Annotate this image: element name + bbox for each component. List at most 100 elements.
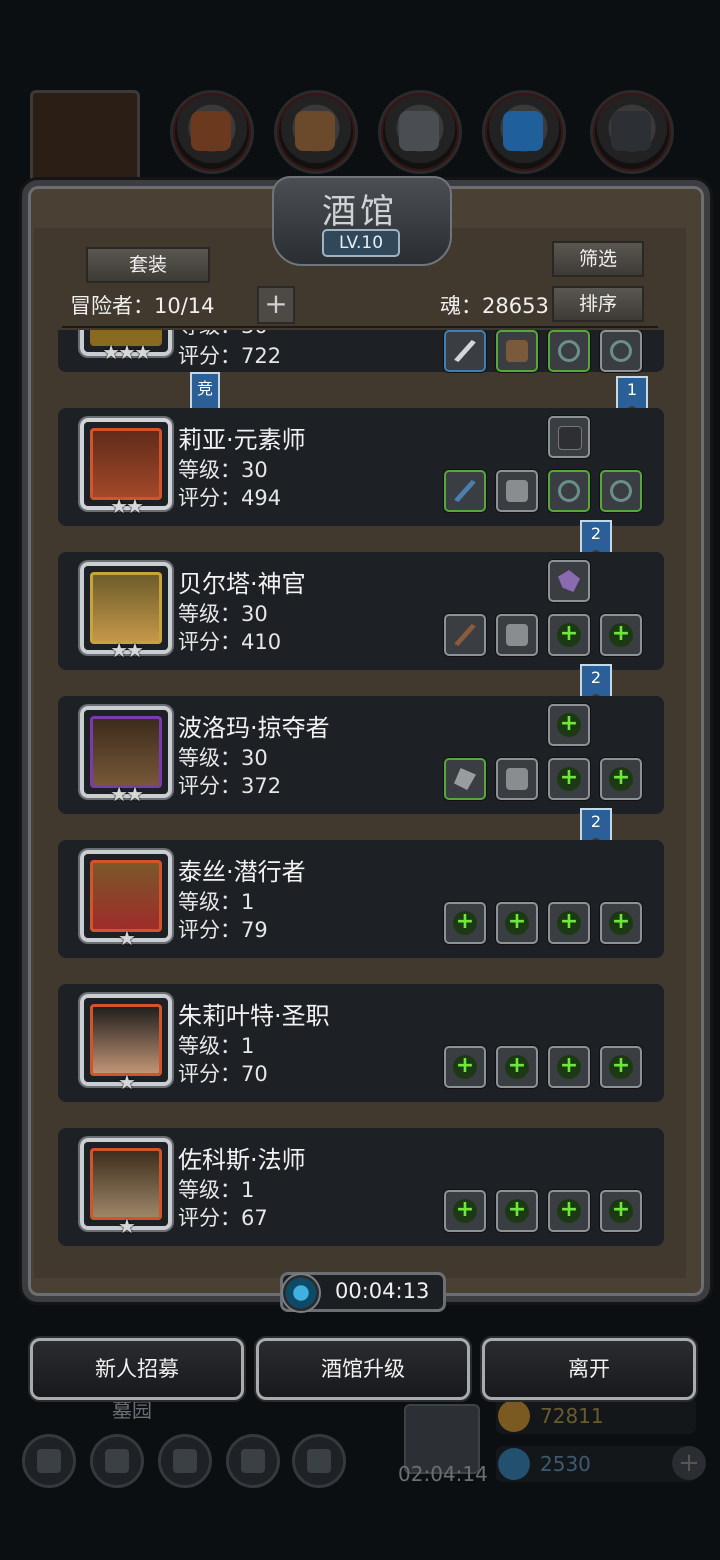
- hero-level: 等级：1: [178, 1034, 255, 1058]
- header-divider: [62, 326, 658, 328]
- hero-list[interactable]: ★★★ 等级：30 评分：722 竞 1 ★★ 莉亚·元素师 等级：30 评分：…: [58, 330, 664, 1260]
- hero-level: 等级：30: [178, 746, 268, 770]
- empty-slot[interactable]: +: [548, 1190, 590, 1232]
- empty-slot[interactable]: +: [548, 1046, 590, 1088]
- hero-score: 评分：70: [178, 1062, 268, 1086]
- hero-score: 评分：79: [178, 918, 268, 942]
- empty-armor-slot[interactable]: +: [496, 1190, 538, 1232]
- timer-value: 00:04:13: [335, 1279, 430, 1303]
- bg-timer: 02:04:14: [398, 1462, 488, 1486]
- hero-portrait: ★: [80, 1138, 172, 1238]
- hero-stars: ★★★: [102, 340, 152, 364]
- hero-stars: ★: [118, 926, 136, 950]
- hero-card-top-partial[interactable]: ★★★ 等级：30 评分：722: [58, 330, 664, 372]
- accessory-slot[interactable]: [548, 416, 590, 458]
- bg-resource-meat: [170, 90, 254, 174]
- empty-slot[interactable]: +: [600, 758, 642, 800]
- hero-name: 泰丝·潜行者: [178, 858, 306, 886]
- filter-button[interactable]: 筛选: [552, 241, 644, 277]
- bg-resource-crystal: [482, 90, 566, 174]
- hero-portrait: ★★: [80, 562, 172, 662]
- bg-gem-value: 2530: [540, 1452, 591, 1476]
- hero-portrait: ★★: [80, 418, 172, 518]
- hero-card[interactable]: ★ 泰丝·潜行者 等级：1 评分：79 + + + +: [58, 840, 664, 958]
- bg-gem-icon: [498, 1448, 530, 1480]
- tavern-title: 酒馆: [322, 192, 398, 232]
- armor-slot[interactable]: [496, 758, 538, 800]
- hero-level: 等级：1: [178, 890, 255, 914]
- weapon-slot[interactable]: [444, 470, 486, 512]
- armor-slot[interactable]: [496, 614, 538, 656]
- arena-tag: 竞: [190, 372, 220, 410]
- bg-resource-iron: [378, 90, 462, 174]
- bg-resource-coal: [590, 90, 674, 174]
- hero-name: 波洛玛·掠夺者: [178, 714, 330, 742]
- empty-slot[interactable]: +: [548, 758, 590, 800]
- hero-name: 贝尔塔·神官: [178, 570, 306, 598]
- weapon-slot[interactable]: [444, 758, 486, 800]
- hero-portrait: ★: [80, 994, 172, 1094]
- armor-slot[interactable]: [496, 330, 538, 372]
- ring-slot[interactable]: [548, 470, 590, 512]
- hero-portrait: ★: [80, 850, 172, 950]
- add-slot-button[interactable]: +: [257, 286, 295, 324]
- upgrade-tavern-button[interactable]: 酒馆升级: [256, 1338, 470, 1400]
- accessory-slot[interactable]: [548, 560, 590, 602]
- hero-stars: ★★: [110, 638, 144, 662]
- hero-card[interactable]: ★ 佐科斯·法师 等级：1 评分：67 + + + +: [58, 1128, 664, 1246]
- ring-slot[interactable]: [600, 330, 642, 372]
- hero-stars: ★: [118, 1214, 136, 1238]
- hero-score: 评分：67: [178, 1206, 268, 1230]
- set-button[interactable]: 套装: [86, 247, 210, 283]
- empty-weapon-slot[interactable]: +: [444, 902, 486, 944]
- empty-slot[interactable]: +: [548, 614, 590, 656]
- bg-resource-wood: [274, 90, 358, 174]
- hero-score: 评分：494: [178, 486, 282, 510]
- empty-slot[interactable]: +: [600, 614, 642, 656]
- hero-card[interactable]: ★★ 波洛玛·掠夺者 等级：30 评分：372 + + +: [58, 696, 664, 814]
- empty-slot[interactable]: +: [600, 1190, 642, 1232]
- bg-settings-icon[interactable]: [22, 1434, 76, 1488]
- ring-slot[interactable]: [548, 330, 590, 372]
- hero-portrait: ★★★: [80, 330, 172, 364]
- hero-score: 评分：372: [178, 774, 282, 798]
- hero-stars: ★★: [110, 782, 144, 806]
- weapon-slot[interactable]: [444, 614, 486, 656]
- empty-weapon-slot[interactable]: +: [444, 1046, 486, 1088]
- hero-card[interactable]: ★★ 贝尔塔·神官 等级：30 评分：410 + +: [58, 552, 664, 670]
- bg-tower-icon[interactable]: [158, 1434, 212, 1488]
- hero-level: 等级：30: [178, 458, 268, 482]
- tavern-level-badge: LV.10: [322, 229, 400, 257]
- empty-slot[interactable]: +: [600, 1046, 642, 1088]
- hero-level: 等级：30: [178, 602, 268, 626]
- hero-level: 等级：1: [178, 1178, 255, 1202]
- hero-stars: ★: [118, 1070, 136, 1094]
- bg-add-gem-icon[interactable]: +: [672, 1446, 706, 1480]
- hero-name: 莉亚·元素师: [178, 426, 306, 454]
- weapon-slot[interactable]: [444, 330, 486, 372]
- hero-level: 等级：30: [178, 330, 268, 340]
- bg-mail-icon[interactable]: [226, 1434, 280, 1488]
- armor-slot[interactable]: [496, 470, 538, 512]
- hero-name: 佐科斯·法师: [178, 1146, 306, 1174]
- recruit-button[interactable]: 新人招募: [30, 1338, 244, 1400]
- hero-portrait: ★★: [80, 706, 172, 806]
- clock-icon: [281, 1273, 321, 1313]
- empty-slot[interactable]: +: [548, 902, 590, 944]
- soul-count: 魂：28653: [440, 294, 549, 318]
- sort-button[interactable]: 排序: [552, 286, 644, 322]
- bg-refresh-icon[interactable]: [292, 1434, 346, 1488]
- empty-armor-slot[interactable]: +: [496, 1046, 538, 1088]
- bg-skill-icon[interactable]: [90, 1434, 144, 1488]
- bg-gold-icon: [498, 1400, 530, 1432]
- empty-weapon-slot[interactable]: +: [444, 1190, 486, 1232]
- empty-armor-slot[interactable]: +: [496, 902, 538, 944]
- empty-slot[interactable]: +: [600, 902, 642, 944]
- hero-score: 评分：410: [178, 630, 282, 654]
- hero-card[interactable]: ★★ 莉亚·元素师 等级：30 评分：494: [58, 408, 664, 526]
- hero-card[interactable]: ★ 朱莉叶特·圣职 等级：1 评分：70 + + + +: [58, 984, 664, 1102]
- hero-name: 朱莉叶特·圣职: [178, 1002, 330, 1030]
- ring-slot[interactable]: [600, 470, 642, 512]
- leave-button[interactable]: 离开: [482, 1338, 696, 1400]
- empty-accessory-slot[interactable]: +: [548, 704, 590, 746]
